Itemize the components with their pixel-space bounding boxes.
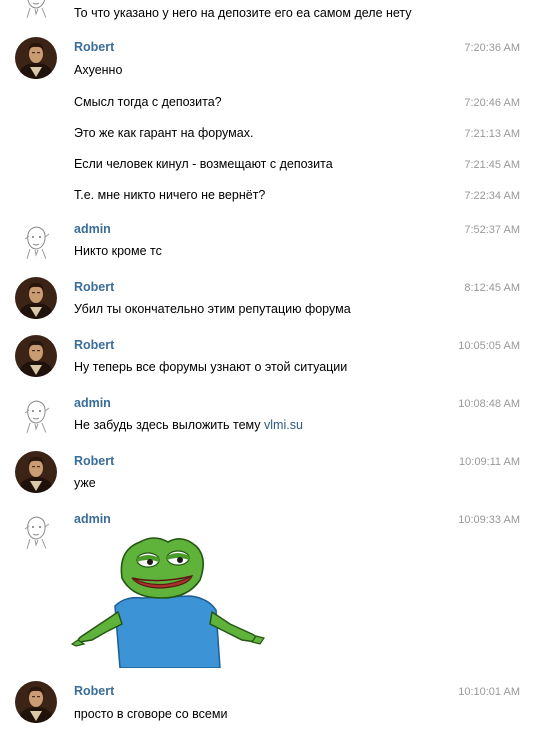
message-text: Не забудь здесь выложить тему vlmi.su	[74, 417, 303, 433]
message-timestamp: 10:10:01 AM	[458, 686, 520, 698]
chat-history: То что указано у него на депозите его еа…	[0, 0, 537, 739]
message-timestamp: 10:05:05 AM	[458, 340, 520, 352]
author-name[interactable]: admin	[74, 221, 111, 237]
message-timestamp: 7:20:36 AM	[464, 42, 520, 54]
robert-avatar[interactable]	[15, 451, 57, 493]
portrait-avatar-icon	[15, 37, 57, 79]
message-text: уже	[74, 476, 96, 490]
pepe-frog-shrug-sticker-icon[interactable]	[70, 528, 266, 668]
message-timestamp: 7:52:37 AM	[464, 224, 520, 236]
message-text: Ахуенно	[74, 63, 123, 77]
message-timestamp: 10:09:33 AM	[458, 514, 520, 526]
sketch-face-avatar-icon	[15, 509, 57, 551]
portrait-avatar-icon	[15, 451, 57, 493]
robert-avatar[interactable]	[15, 335, 57, 377]
message-text: Никто кроме тс	[74, 244, 162, 258]
message-text: То что указано у него на депозите его еа…	[74, 6, 412, 20]
admin-avatar[interactable]	[15, 219, 57, 261]
portrait-avatar-icon	[15, 681, 57, 723]
author-name[interactable]: admin	[74, 395, 111, 411]
robert-avatar[interactable]	[15, 681, 57, 723]
sketch-face-avatar-icon	[15, 0, 57, 20]
vlmi-link[interactable]: vlmi.su	[264, 418, 303, 432]
robert-avatar[interactable]	[15, 37, 57, 79]
author-name[interactable]: admin	[74, 511, 111, 527]
author-name[interactable]: Robert	[74, 279, 114, 295]
portrait-avatar-icon	[15, 277, 57, 319]
portrait-avatar-icon	[15, 335, 57, 377]
sketch-face-avatar-icon	[15, 393, 57, 435]
message-timestamp: 8:12:45 AM	[464, 282, 520, 294]
message-timestamp: 7:22:34 AM	[464, 190, 520, 202]
author-name[interactable]: Robert	[74, 337, 114, 353]
message-timestamp: 7:21:13 AM	[464, 128, 520, 140]
message-timestamp: 10:08:48 AM	[458, 398, 520, 410]
message-text: Т.е. мне никто ничего не вернёт?	[74, 188, 266, 202]
message-text: Ну теперь все форумы узнают о этой ситуа…	[74, 360, 348, 374]
message-text: Смысл тогда с депозита?	[74, 95, 222, 109]
author-name[interactable]: Robert	[74, 39, 114, 55]
sketch-face-avatar-icon	[15, 219, 57, 261]
author-name[interactable]: Robert	[74, 453, 114, 469]
admin-avatar[interactable]	[15, 509, 57, 551]
message-text: Если человек кинул - возмещают с депозит…	[74, 157, 333, 171]
admin-avatar[interactable]	[15, 393, 57, 435]
robert-avatar[interactable]	[15, 277, 57, 319]
message-text-body: Не забудь здесь выложить тему	[74, 418, 264, 432]
message-text: Убил ты окончательно этим репутацию фору…	[74, 302, 351, 316]
admin-avatar[interactable]	[15, 0, 57, 20]
message-timestamp: 10:09:11 AM	[459, 456, 520, 468]
message-text: просто в сговоре со всеми	[74, 707, 228, 721]
message-text: Это же как гарант на форумах.	[74, 126, 254, 140]
message-timestamp: 7:21:45 AM	[464, 159, 520, 171]
author-name[interactable]: Robert	[74, 683, 114, 699]
message-timestamp: 7:20:46 AM	[464, 97, 520, 109]
